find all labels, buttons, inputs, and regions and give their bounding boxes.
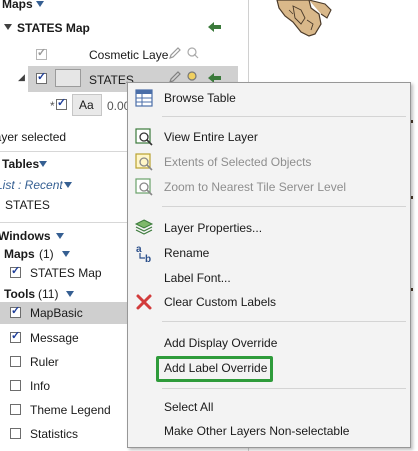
maps-section-header[interactable]: Maps (2, 0, 33, 11)
tables-section-header[interactable]: Tables (2, 157, 39, 171)
menu-item-label-font[interactable]: Label Font... (164, 271, 231, 285)
tool-checkbox[interactable] (10, 304, 21, 318)
label-style-swatch[interactable]: Aa (72, 94, 102, 116)
extents-selected-icon (135, 153, 153, 171)
table-states-item[interactable]: STATES (5, 198, 50, 212)
tool-label[interactable]: Statistics (30, 427, 78, 441)
pencil-icon[interactable] (168, 46, 182, 60)
list-recent-filter[interactable]: List : Recent (0, 178, 63, 192)
label-aa-text: Aa (79, 98, 94, 112)
label-asterisk: * (50, 99, 55, 113)
states-map-shapes (276, 0, 332, 37)
menu-separator (162, 388, 406, 389)
layer-context-menu: Browse Table View Entire Layer Extents o… (127, 82, 411, 448)
tools-group-label[interactable]: Tools (4, 287, 35, 301)
label-checkbox[interactable] (56, 96, 67, 110)
menu-separator (162, 116, 406, 117)
map-tools-icon[interactable] (206, 19, 224, 35)
menu-separator (162, 321, 406, 322)
tool-checkbox[interactable] (10, 380, 21, 391)
states-map-title[interactable]: STATES Map (17, 21, 90, 35)
states-map-window-label[interactable]: STATES Map (30, 266, 102, 280)
menu-item-browse-table[interactable]: Browse Table (164, 91, 236, 105)
states-map-window-checkbox[interactable] (10, 264, 21, 278)
tool-checkbox[interactable] (10, 356, 21, 367)
rename-icon: a b (136, 244, 151, 263)
zoom-nearest-icon (135, 178, 153, 196)
view-entire-layer-icon (135, 128, 153, 146)
maps-group-count: (1) (39, 247, 54, 261)
menu-item-zoom-nearest[interactable]: Zoom to Nearest Tile Server Level (164, 180, 346, 194)
menu-item-make-other-nonselectable[interactable]: Make Other Layers Non-selectable (164, 424, 349, 438)
states-map-expand-icon[interactable] (4, 24, 12, 30)
tool-checkbox[interactable] (10, 404, 21, 415)
menu-item-layer-properties[interactable]: Layer Properties... (164, 221, 262, 235)
menu-item-add-label-override[interactable]: Add Label Override (164, 361, 267, 375)
browse-table-icon (135, 89, 153, 107)
states-layer-thumbnail (55, 69, 81, 87)
tool-checkbox[interactable] (10, 428, 21, 439)
maps-header-chevron-icon[interactable] (36, 1, 44, 7)
tool-label[interactable]: Message (30, 331, 79, 345)
tables-header-chevron-icon[interactable] (39, 161, 47, 167)
menu-item-extents-selected[interactable]: Extents of Selected Objects (164, 155, 311, 169)
tools-group-count: (11) (38, 287, 59, 301)
menu-separator (162, 206, 406, 207)
states-layer-checkbox[interactable] (36, 70, 47, 84)
menu-item-rename[interactable]: Rename (164, 246, 209, 260)
svg-text:b: b (145, 254, 151, 263)
menu-item-add-display-override[interactable]: Add Display Override (164, 336, 277, 350)
windows-header-chevron-icon[interactable] (56, 233, 64, 239)
tool-label[interactable]: MapBasic (30, 306, 83, 320)
svg-text:a: a (136, 244, 142, 255)
tool-label[interactable]: Theme Legend (30, 403, 111, 417)
menu-item-select-all[interactable]: Select All (164, 400, 213, 414)
states-expand-glyph[interactable]: ◢ (18, 72, 25, 83)
tool-checkbox[interactable] (10, 329, 21, 343)
layer-properties-icon (134, 219, 154, 235)
menu-item-clear-custom-labels[interactable]: Clear Custom Labels (164, 295, 276, 309)
tools-group-chevron-icon[interactable] (66, 291, 74, 297)
layer-selected-status: layer selected (0, 130, 67, 144)
select-icon[interactable] (186, 46, 200, 60)
maps-group-label[interactable]: Maps (4, 247, 35, 261)
windows-section-header[interactable]: Windows (0, 229, 51, 243)
tool-label[interactable]: Ruler (30, 355, 59, 369)
tool-label[interactable]: Info (30, 379, 50, 393)
clear-labels-icon (136, 294, 152, 310)
cosmetic-layer-checkbox[interactable] (36, 46, 47, 60)
list-recent-chevron-icon[interactable] (64, 182, 72, 188)
cosmetic-layer-label[interactable]: Cosmetic Laye (89, 48, 168, 62)
maps-group-chevron-icon[interactable] (62, 251, 70, 257)
menu-item-view-entire-layer[interactable]: View Entire Layer (164, 130, 258, 144)
